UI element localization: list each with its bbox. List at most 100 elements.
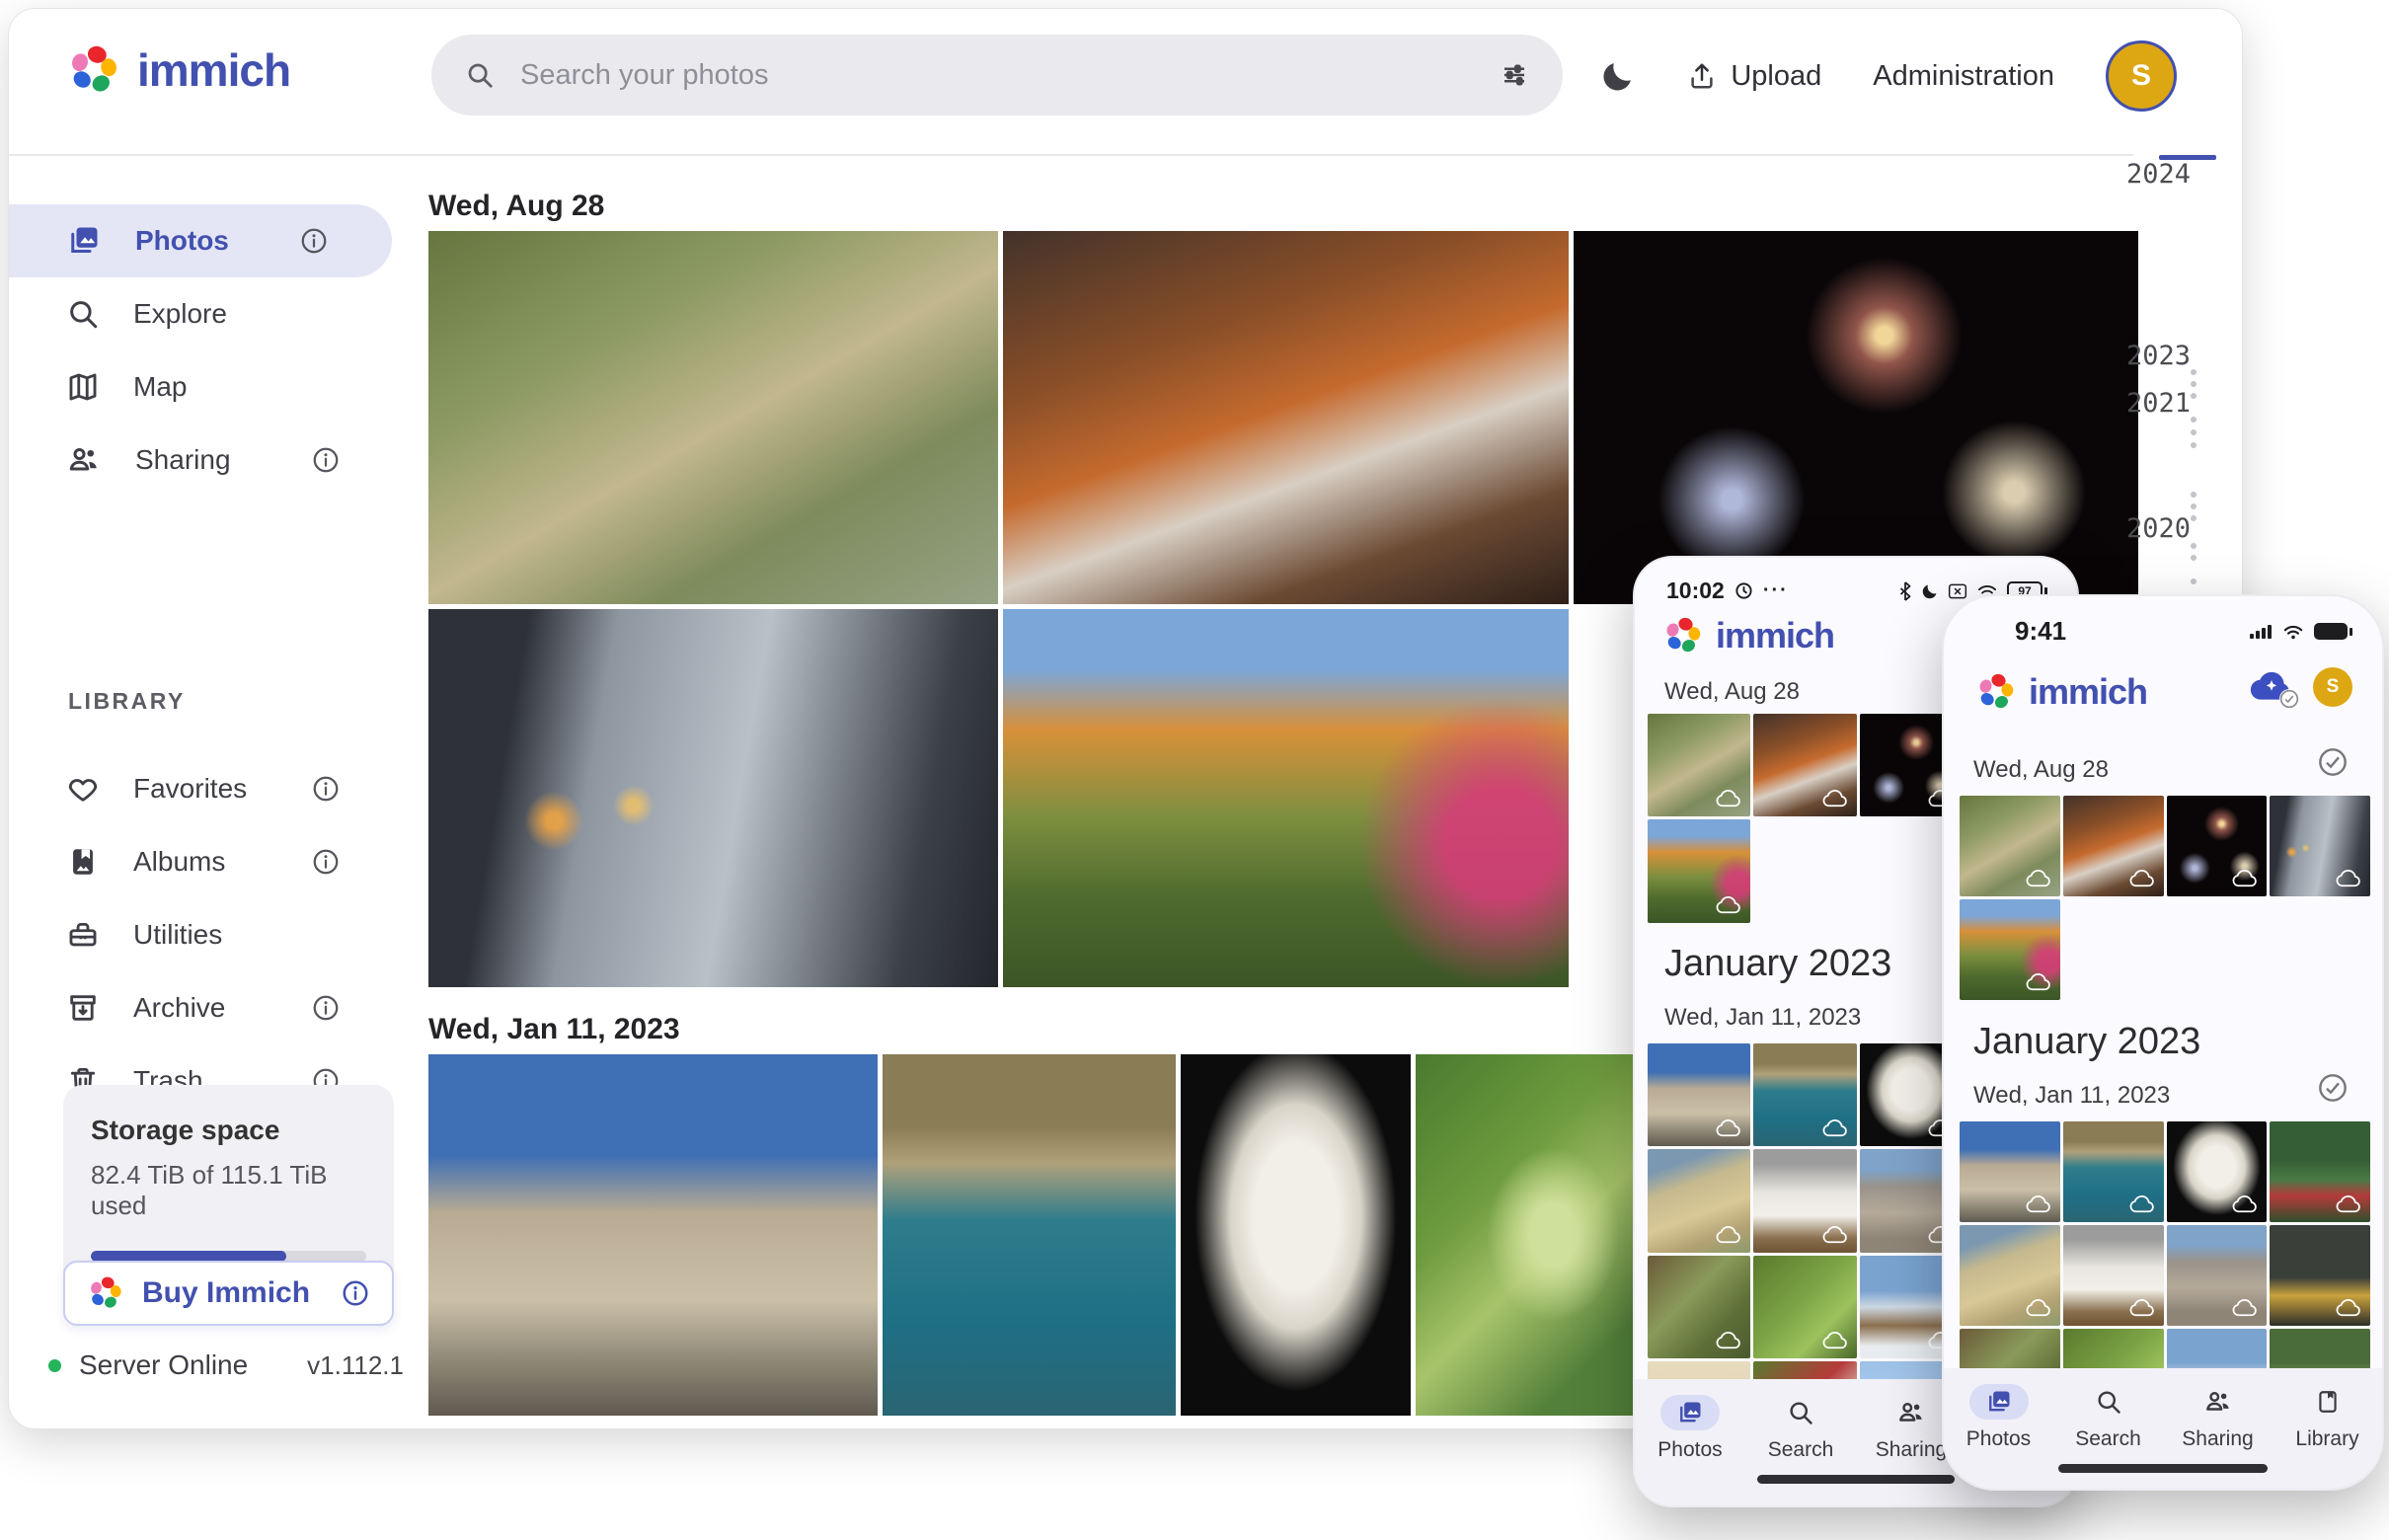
info-icon[interactable] — [311, 445, 341, 475]
sidebar-item-albums[interactable]: Albums — [9, 825, 404, 898]
photo-thumbnail-fireworks[interactable] — [2167, 796, 2268, 896]
cloud-sync-icon[interactable] — [2248, 669, 2295, 705]
sharing-people-icon — [1896, 1398, 1926, 1427]
photo-thumbnail-beach[interactable] — [1960, 1225, 2060, 1326]
sidebar-item-explore[interactable]: Explore — [9, 277, 404, 350]
info-icon[interactable] — [311, 847, 341, 877]
photo-thumbnail-autumn[interactable] — [1003, 609, 1569, 987]
month-header: January 2023 — [1973, 1021, 2200, 1063]
photo-thumbnail-monkeys[interactable] — [1960, 796, 2060, 896]
cloud-backup-icon — [1821, 1225, 1848, 1246]
photo-thumbnail-fortress[interactable] — [1960, 1121, 2060, 1222]
home-indicator — [1757, 1475, 1955, 1484]
date-group-header: Wed, Aug 28 — [428, 190, 2141, 223]
sidebar-item-utilities[interactable]: Utilities — [9, 898, 404, 971]
date-group-header: Wed, Jan 11, 2023 — [1973, 1082, 2170, 1110]
photo-thumbnail-lizard1[interactable] — [1648, 1256, 1750, 1358]
search-icon — [1787, 1399, 1814, 1426]
sidebar-item-sharing[interactable]: Sharing — [9, 424, 404, 497]
photo-thumbnail-fireworks[interactable] — [1574, 231, 2138, 604]
photo-thumbnail-monkeys[interactable] — [428, 231, 998, 604]
app-header: immich Search your photos Upload Admini — [9, 9, 2242, 155]
clock-icon — [1734, 581, 1753, 600]
nav-item-search[interactable]: Search — [2053, 1384, 2163, 1451]
photo-thumbnail-totem[interactable] — [2270, 1225, 2370, 1326]
brand-logo[interactable]: immich — [66, 42, 290, 98]
immich-flower-icon — [1662, 615, 1704, 656]
cloud-backup-icon — [1821, 1118, 1848, 1139]
search-input[interactable]: Search your photos — [431, 35, 1563, 116]
battery-icon — [2314, 623, 2352, 640]
photo-thumbnail-sculpture2[interactable] — [1753, 1149, 1856, 1252]
nav-item-search[interactable]: Search — [1745, 1395, 1856, 1462]
nav-item-photos[interactable]: Photos — [1944, 1384, 2053, 1451]
status-time: 10:02 — [1666, 578, 1725, 604]
timeline-year: 2020 — [2126, 513, 2191, 544]
photo-thumbnail-berries[interactable] — [1416, 1054, 1645, 1416]
date-group-header: Wed, Aug 28 — [1973, 756, 2109, 784]
server-version: v1.112.1 — [307, 1350, 404, 1381]
photo-thumbnail-hands[interactable] — [428, 609, 998, 987]
photo-thumbnail-autumn[interactable] — [1648, 819, 1750, 922]
info-icon[interactable] — [299, 226, 329, 256]
cloud-backup-icon — [2128, 869, 2155, 889]
nav-item-library[interactable]: Library — [2273, 1384, 2382, 1451]
server-online-dot — [48, 1359, 61, 1372]
administration-link[interactable]: Administration — [1873, 60, 2054, 93]
nav-item-sharing[interactable]: Sharing — [2163, 1384, 2273, 1451]
cloud-backup-icon — [2025, 1298, 2051, 1319]
theme-toggle-moon-icon[interactable] — [1600, 58, 1636, 94]
sharing-people-icon — [66, 442, 102, 478]
nav-item-photos[interactable]: Photos — [1635, 1395, 1745, 1462]
photo-thumbnail-fortress[interactable] — [428, 1054, 878, 1416]
select-all-check-icon[interactable] — [2317, 1072, 2349, 1109]
home-indicator — [2058, 1464, 2268, 1473]
photo-thumbnail-dinner[interactable] — [1753, 714, 1856, 816]
sidebar-item-archive[interactable]: Archive — [9, 971, 404, 1044]
user-avatar[interactable]: S — [2313, 667, 2352, 707]
toolbox-icon — [66, 918, 100, 952]
photo-thumbnail-lizard2[interactable] — [1753, 1256, 1856, 1358]
photo-thumbnail-coast[interactable] — [2063, 1121, 2164, 1222]
photo-thumbnail-sculpture2[interactable] — [2063, 1225, 2164, 1326]
photo-thumbnail-dinner[interactable] — [1003, 231, 1569, 604]
search-filters-icon[interactable] — [1500, 60, 1529, 90]
bluetooth-icon — [1898, 581, 1912, 601]
buy-immich-button[interactable]: Buy Immich — [63, 1261, 394, 1326]
info-icon[interactable] — [311, 774, 341, 804]
photo-thumbnail-stonewall[interactable] — [2167, 1225, 2268, 1326]
immich-flower-icon — [66, 42, 121, 98]
phone-mockup-iphone: 9:41 immich S Wed, Aug 28 January 2023 W… — [1942, 594, 2384, 1491]
overflow-dots-icon: ··· — [1763, 579, 1789, 602]
info-icon[interactable] — [341, 1278, 370, 1308]
month-header: January 2023 — [1664, 943, 1891, 985]
storage-usage-text: 82.4 TiB of 115.1 TiB used — [91, 1160, 366, 1221]
cloud-backup-icon — [2335, 869, 2361, 889]
sidebar-item-photos[interactable]: Photos — [9, 204, 392, 277]
photo-thumbnail-coast[interactable] — [883, 1054, 1176, 1416]
cloud-backup-icon — [1715, 1331, 1741, 1351]
brand-wordmark: immich — [137, 43, 290, 97]
immich-flower-icon — [1975, 671, 2017, 713]
photo-thumbnail-hands[interactable] — [2270, 796, 2370, 896]
photo-thumbnail-beach[interactable] — [1648, 1149, 1750, 1252]
photo-thumbnail-ornamenttree[interactable] — [2270, 1121, 2370, 1222]
photo-thumbnail-autumn[interactable] — [1960, 899, 2060, 1000]
photo-thumbnail-bust[interactable] — [2167, 1121, 2268, 1222]
cloud-backup-icon — [2128, 1194, 2155, 1215]
sidebar-item-map[interactable]: Map — [9, 350, 404, 424]
photo-thumbnail-coast[interactable] — [1753, 1043, 1856, 1146]
select-all-check-icon[interactable] — [2317, 746, 2349, 783]
sharing-people-icon — [2203, 1387, 2233, 1417]
timeline-year: 2023 — [2126, 341, 2191, 371]
info-icon[interactable] — [311, 993, 341, 1023]
date-group-header: Wed, Aug 28 — [1664, 678, 1800, 706]
sync-check-badge-icon — [2279, 689, 2299, 709]
photo-thumbnail-monkeys[interactable] — [1648, 714, 1750, 816]
photo-thumbnail-dinner[interactable] — [2063, 796, 2164, 896]
photo-thumbnail-bust[interactable] — [1181, 1054, 1411, 1416]
sidebar-item-favorites[interactable]: Favorites — [9, 752, 404, 825]
phone2-brand-logo: immich — [1975, 671, 2147, 713]
photo-thumbnail-fortress[interactable] — [1648, 1043, 1750, 1146]
upload-button[interactable]: Upload — [1687, 60, 1821, 93]
